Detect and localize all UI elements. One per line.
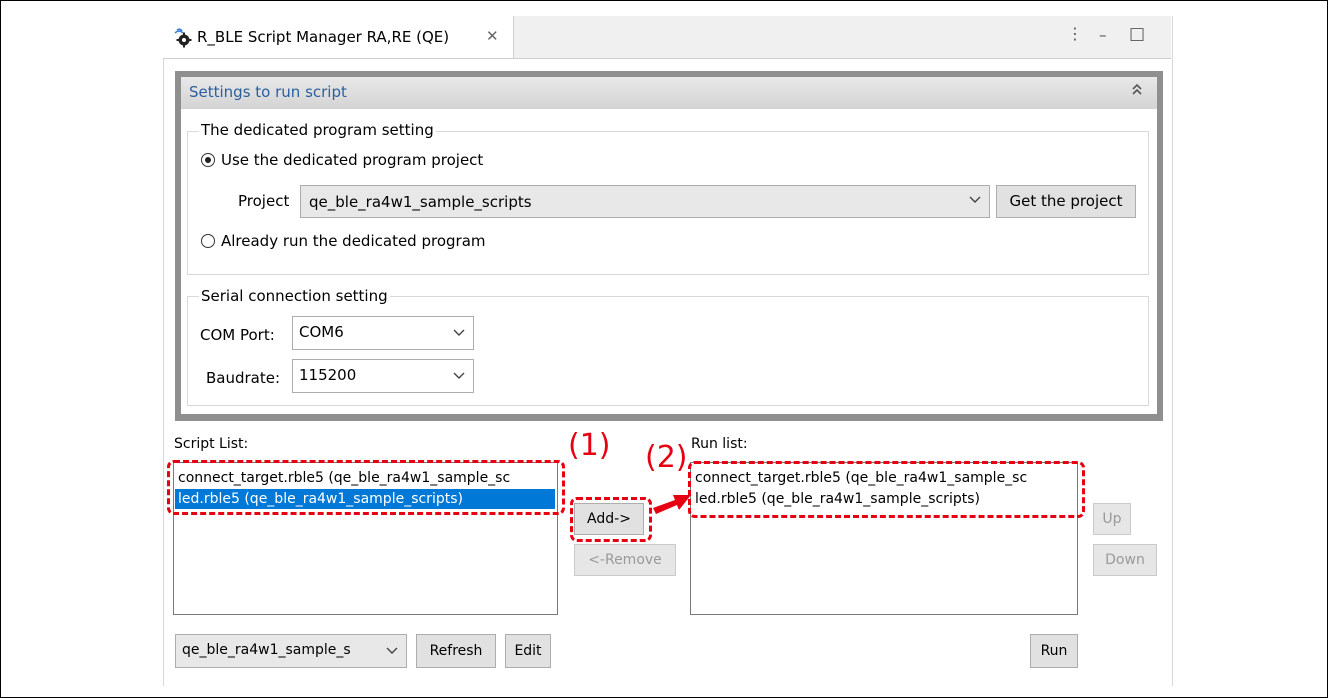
- close-icon[interactable]: ✕: [486, 27, 499, 45]
- get-project-button[interactable]: Get the project: [996, 185, 1136, 218]
- project-filter-value: qe_ble_ra4w1_sample_s: [182, 642, 351, 658]
- section-title: Settings to run script: [189, 83, 347, 101]
- project-filter-select[interactable]: qe_ble_ra4w1_sample_s: [175, 634, 407, 668]
- chevron-down-icon: [386, 645, 398, 660]
- chevron-down-icon: [453, 327, 465, 342]
- dedicated-program-legend: The dedicated program setting: [199, 121, 436, 139]
- baudrate-select[interactable]: 115200: [292, 359, 474, 393]
- already-run-radio[interactable]: [201, 234, 215, 248]
- add-button-highlight: [570, 497, 652, 542]
- project-select[interactable]: qe_ble_ra4w1_sample_scripts: [300, 185, 990, 218]
- minimize-icon[interactable]: –: [1099, 26, 1107, 44]
- tab-script-manager[interactable]: R_BLE Script Manager RA,RE (QE) ✕: [163, 16, 514, 58]
- use-project-label: Use the dedicated program project: [221, 151, 484, 169]
- project-label: Project: [238, 192, 290, 210]
- remove-button[interactable]: <-Remove: [574, 544, 676, 576]
- refresh-button[interactable]: Refresh: [416, 634, 496, 668]
- down-button[interactable]: Down: [1093, 544, 1157, 576]
- already-run-label: Already run the dedicated program: [221, 232, 486, 250]
- run-list-highlight: [688, 461, 1085, 518]
- arrow-right-icon: [653, 495, 691, 514]
- baudrate-label: Baudrate:: [206, 369, 281, 387]
- com-port-label: COM Port:: [200, 326, 275, 344]
- script-list-highlight: [167, 460, 565, 515]
- bluetooth-gear-icon: [173, 28, 193, 52]
- com-port-select[interactable]: COM6: [292, 316, 474, 350]
- run-list-label: Run list:: [691, 436, 748, 452]
- script-list-label: Script List:: [174, 436, 249, 452]
- step-1-annotation: (1): [568, 428, 611, 463]
- com-port-value: COM6: [299, 323, 344, 341]
- view-tab-bar: R_BLE Script Manager RA,RE (QE) ✕ ⋮ – □: [163, 16, 1171, 59]
- chevron-down-icon: [453, 370, 465, 385]
- up-button[interactable]: Up: [1093, 503, 1131, 535]
- collapse-icon[interactable]: [1131, 82, 1143, 100]
- maximize-icon[interactable]: □: [1129, 24, 1145, 44]
- run-button[interactable]: Run: [1030, 634, 1078, 668]
- serial-legend: Serial connection setting: [199, 287, 390, 305]
- chevron-down-icon: [969, 194, 981, 209]
- baudrate-value: 115200: [299, 366, 357, 384]
- project-value: qe_ble_ra4w1_sample_scripts: [309, 193, 532, 211]
- step-2-annotation: (2): [645, 440, 688, 475]
- tab-title: R_BLE Script Manager RA,RE (QE): [197, 28, 450, 46]
- edit-button[interactable]: Edit: [505, 634, 551, 668]
- view-menu-icon[interactable]: ⋮: [1067, 24, 1083, 43]
- settings-section-header[interactable]: Settings to run script: [181, 77, 1157, 109]
- use-project-radio[interactable]: [201, 153, 215, 167]
